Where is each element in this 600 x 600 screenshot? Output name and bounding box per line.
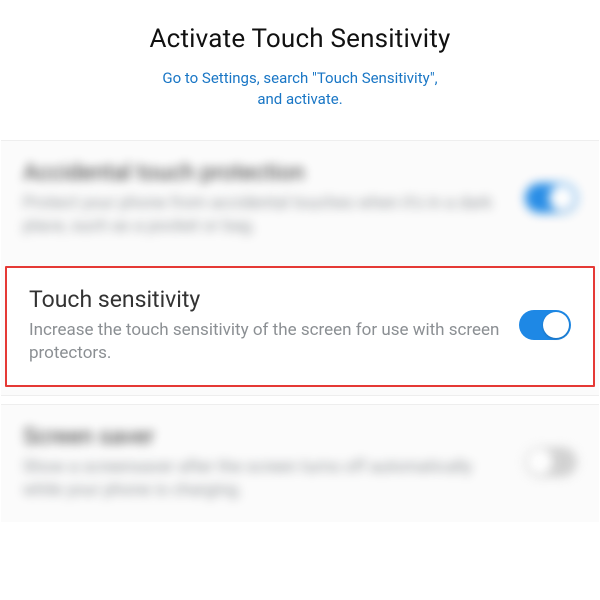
setting-title: Accidental touch protection (23, 159, 507, 186)
settings-panel-secondary: Screen saver Show a screensaver after th… (1, 404, 599, 522)
setting-row-text: Screen saver Show a screensaver after th… (23, 423, 507, 502)
setting-desc: Show a screensaver after the screen turn… (23, 456, 507, 502)
setting-row-touch-sensitivity[interactable]: Touch sensitivity Increase the touch sen… (5, 266, 595, 387)
toggle-dot-icon (549, 185, 575, 211)
subtitle-line-2: and activate. (257, 90, 342, 108)
page-subtitle: Go to Settings, search "Touch Sensitivit… (20, 68, 580, 110)
setting-row-screen-saver[interactable]: Screen saver Show a screensaver after th… (1, 405, 599, 522)
toggle-accidental-touch[interactable] (525, 183, 577, 213)
setting-title: Screen saver (23, 423, 507, 450)
setting-row-accidental-touch[interactable]: Accidental touch protection Protect your… (1, 141, 599, 258)
toggle-touch-sensitivity[interactable] (519, 310, 571, 340)
instruction-header: Activate Touch Sensitivity Go to Setting… (0, 0, 600, 122)
setting-row-text: Accidental touch protection Protect your… (23, 159, 507, 238)
toggle-dot-icon (543, 312, 569, 338)
toggle-dot-icon (527, 449, 553, 475)
setting-row-text: Touch sensitivity Increase the touch sen… (29, 286, 501, 365)
subtitle-line-1: Go to Settings, search "Touch Sensitivit… (162, 69, 437, 87)
setting-title: Touch sensitivity (29, 286, 501, 313)
page-title: Activate Touch Sensitivity (20, 24, 580, 54)
setting-desc: Increase the touch sensitivity of the sc… (29, 319, 501, 365)
setting-desc: Protect your phone from accidental touch… (23, 192, 507, 238)
toggle-screen-saver[interactable] (525, 447, 577, 477)
settings-panel: Accidental touch protection Protect your… (1, 140, 599, 396)
